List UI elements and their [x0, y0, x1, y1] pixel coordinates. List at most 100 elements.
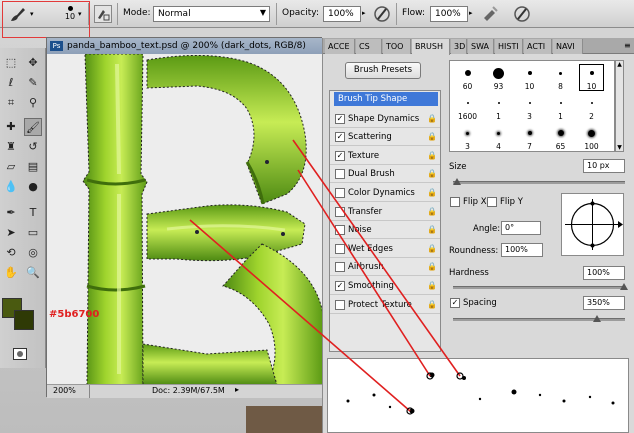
lock-icon[interactable]: 🔒 — [427, 300, 437, 310]
canvas[interactable]: #5b6700 — [47, 54, 323, 385]
toggle-brush-panel-button[interactable] — [94, 5, 112, 23]
blur-tool-icon[interactable]: 💧 — [2, 178, 20, 196]
brush-option-checkbox[interactable] — [335, 225, 345, 236]
brush-tip-cell[interactable]: 3 — [516, 93, 543, 122]
brush-option-color-dynamics[interactable]: Color Dynamics 🔒 — [330, 184, 440, 202]
crop-tool-icon[interactable]: ⌗ — [2, 94, 20, 112]
panel-menu-icon[interactable]: ≡ — [624, 41, 631, 50]
brush-option-shape-dynamics[interactable]: ✓ Shape Dynamics 🔒 — [330, 110, 440, 128]
tab-too[interactable]: TOO — [383, 39, 411, 54]
spacing-checkbox[interactable]: ✓ — [450, 298, 460, 308]
brush-tip-cell[interactable]: 1 — [547, 93, 574, 122]
healing-brush-tool-icon[interactable]: ✚ — [2, 118, 20, 136]
flow-input[interactable]: 100% — [430, 6, 468, 22]
lasso-tool-icon[interactable]: ℓ — [2, 74, 20, 92]
brush-tip-cell[interactable]: 10 — [578, 63, 605, 92]
mode-select[interactable]: Normal ▼ — [153, 6, 270, 22]
lock-icon[interactable]: 🔒 — [427, 132, 437, 142]
pen-tool-icon[interactable]: ✒ — [2, 204, 20, 222]
brush-tip-cell[interactable]: 8 — [547, 63, 574, 92]
lock-icon[interactable]: 🔒 — [427, 281, 437, 291]
spacing-slider-knob[interactable] — [593, 315, 601, 322]
brush-option-smoothing[interactable]: ✓ Smoothing 🔒 — [330, 277, 440, 295]
brush-tip-cell[interactable]: 2 — [578, 93, 605, 122]
brush-option-checkbox[interactable]: ✓ — [335, 281, 345, 291]
stamp-tool-icon[interactable]: ♜ — [2, 138, 20, 156]
tab-cs[interactable]: CS — [356, 39, 382, 54]
angle-roundness-widget[interactable] — [561, 193, 624, 256]
lock-icon[interactable]: 🔒 — [427, 244, 437, 254]
brush-option-scattering[interactable]: ✓ Scattering 🔒 — [330, 128, 440, 147]
brush-option-protect-texture[interactable]: Protect Texture 🔒 — [330, 296, 440, 314]
3d-rotate-tool-icon[interactable]: ⟲ — [2, 244, 20, 262]
brush-tip-cell[interactable]: 1600 — [454, 93, 481, 122]
brush-option-checkbox[interactable]: ✓ — [335, 150, 345, 161]
tab-swa[interactable]: SWA — [468, 39, 494, 54]
hardness-input[interactable]: 100% — [583, 266, 625, 280]
brush-option-checkbox[interactable]: ✓ — [335, 132, 345, 143]
brush-option-checkbox[interactable] — [335, 243, 345, 254]
brush-option-checkbox[interactable] — [335, 206, 345, 217]
history-brush-tool-icon[interactable]: ↺ — [24, 138, 42, 156]
tablet-pressure-size-button[interactable] — [512, 4, 532, 24]
gradient-tool-icon[interactable]: ▤ — [24, 158, 42, 176]
lock-icon[interactable]: 🔒 — [427, 114, 437, 124]
flip-y-checkbox[interactable] — [487, 197, 497, 207]
tab-histi[interactable]: HISTI — [495, 39, 523, 54]
dodge-tool-icon[interactable]: ● — [24, 178, 42, 196]
zoom-level[interactable]: 200% — [53, 386, 76, 395]
eraser-tool-icon[interactable]: ▱ — [2, 158, 20, 176]
roundness-input[interactable]: 100% — [501, 243, 543, 257]
brush-tip-cell[interactable]: 7 — [516, 123, 543, 152]
brush-option-checkbox[interactable]: ✓ — [335, 113, 345, 124]
3d-orbit-tool-icon[interactable]: ◎ — [24, 244, 42, 262]
status-menu-icon[interactable]: ▸ — [235, 385, 239, 394]
brush-presets-button[interactable]: Brush Presets — [345, 62, 421, 79]
brush-option-checkbox[interactable] — [335, 262, 345, 273]
lock-icon[interactable]: 🔒 — [427, 262, 437, 272]
brush-option-checkbox[interactable] — [335, 299, 345, 310]
tab-acti[interactable]: ACTI — [524, 39, 552, 54]
size-slider-knob[interactable] — [453, 178, 461, 185]
brush-tip-cell[interactable]: 65 — [547, 123, 574, 152]
brush-option-airbrush[interactable]: Airbrush 🔒 — [330, 258, 440, 277]
marquee-tool-icon[interactable]: ⬚ — [2, 54, 20, 72]
tab-brush[interactable]: BRUSH — [412, 39, 450, 55]
type-tool-icon[interactable]: T — [24, 204, 42, 222]
tablet-pressure-opacity-button[interactable] — [372, 4, 392, 24]
brush-option-dual-brush[interactable]: Dual Brush 🔒 — [330, 165, 440, 184]
brush-option-transfer[interactable]: Transfer 🔒 — [330, 203, 440, 221]
angle-input[interactable]: 0° — [501, 221, 541, 235]
quick-select-tool-icon[interactable]: ✎ — [24, 74, 42, 92]
brush-option-wet-edges[interactable]: Wet Edges 🔒 — [330, 240, 440, 258]
size-slider-track[interactable] — [453, 181, 625, 184]
hardness-slider-track[interactable] — [453, 286, 625, 289]
flip-x-checkbox[interactable] — [450, 197, 460, 207]
tab-3d[interactable]: 3D — [451, 39, 467, 54]
path-select-tool-icon[interactable]: ➤ — [2, 224, 20, 242]
brush-option-noise[interactable]: Noise 🔒 — [330, 221, 440, 240]
brush-option-checkbox[interactable] — [335, 188, 345, 198]
brush-option-texture[interactable]: ✓ Texture 🔒 — [330, 147, 440, 165]
brush-tool-icon[interactable]: 🖌 — [24, 118, 42, 136]
airbrush-icon[interactable] — [480, 4, 500, 24]
spacing-input[interactable]: 350% — [583, 296, 625, 310]
tab-acce[interactable]: ACCE — [325, 39, 355, 54]
lock-icon[interactable]: 🔒 — [427, 151, 437, 161]
opacity-dropdown-icon[interactable]: ▸ — [362, 9, 366, 17]
quick-mask-icon[interactable] — [13, 348, 27, 360]
lock-icon[interactable]: 🔒 — [427, 225, 437, 235]
brush-tip-cell[interactable]: 10 — [516, 63, 543, 92]
shape-tool-icon[interactable]: ▭ — [24, 224, 42, 242]
size-input[interactable]: 10 px — [583, 159, 625, 173]
lock-icon[interactable]: 🔒 — [427, 169, 437, 179]
flow-dropdown-icon[interactable]: ▸ — [469, 9, 473, 17]
brush-option-checkbox[interactable] — [335, 169, 345, 180]
hand-tool-icon[interactable]: ✋ — [2, 264, 20, 282]
tip-grid-scrollbar[interactable]: ▲ ▼ — [615, 60, 624, 152]
lock-icon[interactable]: 🔒 — [427, 207, 437, 217]
zoom-tool-icon[interactable]: 🔍 — [24, 264, 42, 282]
brush-tip-cell[interactable]: 1 — [485, 93, 512, 122]
move-tool-icon[interactable]: ✥ — [24, 54, 42, 72]
lock-icon[interactable]: 🔒 — [427, 188, 437, 198]
